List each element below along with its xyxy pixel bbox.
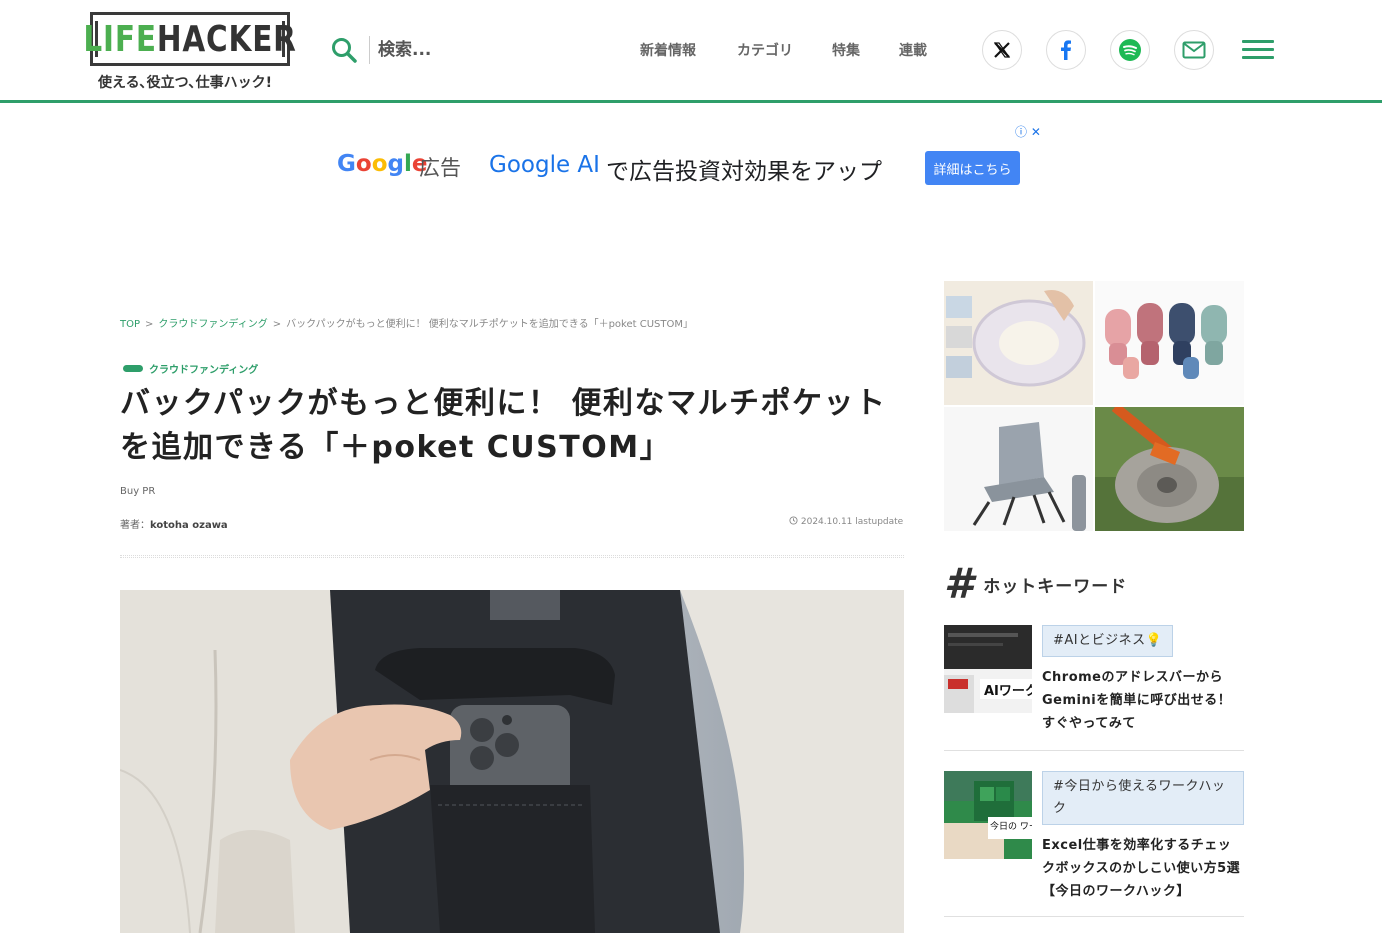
ad-tile-chair[interactable]	[944, 407, 1093, 531]
category-pill	[123, 365, 143, 372]
ad-tile-earplugs[interactable]	[1095, 281, 1244, 405]
spotify-icon[interactable]	[1110, 30, 1150, 70]
author-label: 著者：	[120, 520, 150, 531]
date-text: 2024.10.11 lastupdate	[800, 517, 904, 527]
nav-series[interactable]: 連載	[899, 40, 927, 60]
thumb-label-ai: AIワーク	[984, 684, 1032, 699]
thumb-label-workhack: 今日の ワークハック	[990, 820, 1032, 832]
category-label: クラウドファンディング	[149, 365, 259, 376]
breadcrumb-sep: >	[272, 319, 282, 330]
buy-pr-label: Buy PR	[120, 486, 156, 497]
logo-hacker: HACKER	[156, 18, 297, 60]
keyword-article-title[interactable]: Excel仕事を効率化するチェックボックスのかしこい使い方5選【今日のワークハッ…	[1042, 834, 1242, 903]
ad-tile-brush[interactable]	[1095, 407, 1244, 531]
breadcrumb-category[interactable]: クラウドファンディング	[158, 319, 267, 330]
ad-brand[interactable]: Google AI	[489, 152, 600, 178]
search-separator	[369, 36, 370, 64]
breadcrumb-sep: >	[145, 319, 154, 330]
breadcrumb-top[interactable]: TOP	[120, 319, 140, 330]
hashtag-icon: #	[944, 559, 974, 608]
article-hero-image	[120, 590, 904, 933]
keyword-thumbnail[interactable]: AIワーク	[944, 625, 1032, 713]
search-input[interactable]	[378, 34, 538, 66]
menu-icon[interactable]	[1242, 40, 1274, 60]
ad-tile-tape[interactable]	[944, 281, 1093, 405]
article-date: 2024.10.11 lastupdate	[789, 516, 903, 527]
nav-new[interactable]: 新着情報	[640, 40, 696, 60]
category-tag[interactable]: クラウドファンディング	[123, 361, 258, 376]
hot-keywords-header: # ホットキーワード	[944, 562, 1127, 606]
menu-bar	[1242, 40, 1274, 43]
site-header: LIFEHACKER 使える､役立つ､仕事ハック! 新着情報 カテゴリ 特集 連…	[0, 0, 1382, 103]
sidebar-ad[interactable]	[944, 281, 1244, 531]
keyword-tag-workhack[interactable]: #今日から使えるワークハック	[1042, 771, 1244, 825]
ad-label: 広告	[419, 156, 461, 180]
keyword-thumbnail[interactable]: 今日の ワークハック	[944, 771, 1032, 859]
ad-headline[interactable]: で広告投資対効果をアップ	[606, 152, 882, 186]
author-name[interactable]: kotoha ozawa	[150, 520, 228, 531]
keyword-item[interactable]: AIワーク #AIとビジネス💡 Chromeのアドレスバーから Geminiを簡…	[944, 625, 1244, 751]
article-divider	[120, 555, 904, 558]
hot-keywords-title: ホットキーワード	[983, 576, 1128, 597]
article-title: バックパックがもっと便利に！ 便利なマルチポケットを追加できる「＋poket C…	[120, 386, 887, 465]
facebook-icon[interactable]	[1046, 30, 1086, 70]
ad-details-button[interactable]: 詳細はこちら	[925, 151, 1020, 185]
author-line: 著者：kotoha ozawa	[120, 516, 228, 531]
x-icon[interactable]	[982, 30, 1022, 70]
keyword-article-title[interactable]: Chromeのアドレスバーから Geminiを簡単に呼び出せる！ すぐやってみて	[1042, 666, 1242, 735]
logo-life: LIFE	[83, 18, 157, 60]
menu-bar	[1242, 56, 1274, 59]
search-icon[interactable]	[331, 37, 357, 63]
menu-bar	[1242, 48, 1274, 51]
keyword-item[interactable]: 今日の ワークハック #今日から使えるワークハック Excel仕事を効率化するチ…	[944, 771, 1244, 917]
clock-icon	[789, 516, 798, 525]
keyword-tag-ai[interactable]: #AIとビジネス💡	[1042, 625, 1174, 657]
nav-category[interactable]: カテゴリ	[737, 40, 793, 60]
site-logo[interactable]: LIFEHACKER	[83, 12, 296, 66]
google-logo: Google	[337, 151, 428, 177]
breadcrumb-current: バックパックがもっと便利に！ 便利なマルチポケットを追加できる「＋poket C…	[286, 319, 693, 330]
breadcrumb: TOP > クラウドファンディング > バックパックがもっと便利に！ 便利なマルチポケッ…	[120, 315, 693, 330]
mail-icon[interactable]	[1174, 30, 1214, 70]
ad-info-icon[interactable]: ⓘ ✕	[1015, 123, 1041, 140]
logo-text: LIFEHACKER	[83, 19, 296, 60]
nav-feature[interactable]: 特集	[832, 40, 860, 60]
site-tagline: 使える､役立つ､仕事ハック!	[98, 75, 272, 91]
